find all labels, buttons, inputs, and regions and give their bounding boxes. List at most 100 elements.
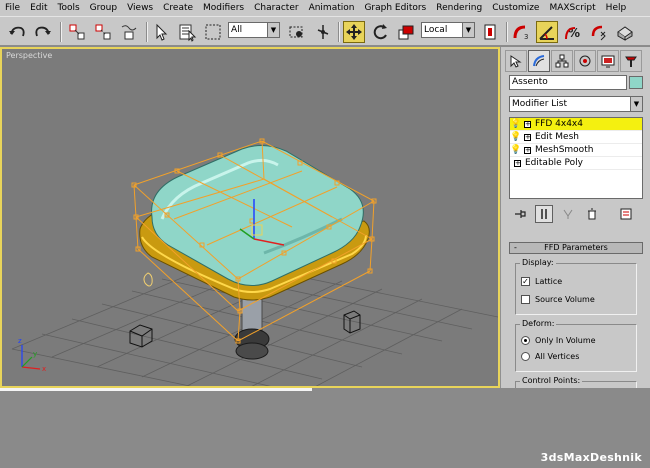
chevron-down-icon: ▼	[462, 23, 474, 37]
hierarchy-tab-icon[interactable]	[551, 50, 573, 72]
utilities-tab-icon[interactable]	[620, 50, 642, 72]
object-color-swatch[interactable]	[629, 76, 643, 89]
expand-plus-icon[interactable]: +	[524, 133, 531, 141]
toolbar-separator	[60, 22, 62, 42]
angle-snap-icon[interactable]	[536, 21, 558, 43]
stack-item-label: Editable Poly	[525, 158, 583, 168]
show-end-result-icon[interactable]	[535, 205, 553, 223]
menu-maxscript[interactable]: MAXScript	[544, 3, 600, 13]
selection-filter-dropdown[interactable]: All ▼	[228, 22, 280, 38]
menu-help[interactable]: Help	[601, 3, 632, 13]
menu-edit[interactable]: Edit	[25, 3, 52, 13]
menu-character[interactable]: Character	[249, 3, 303, 13]
source-volume-label: Source Volume	[535, 295, 595, 304]
manipulate-tool-icon[interactable]	[312, 21, 334, 43]
menu-rendering[interactable]: Rendering	[431, 3, 487, 13]
remove-modifier-icon[interactable]	[583, 205, 601, 223]
redo-icon[interactable]	[32, 21, 54, 43]
menu-animation[interactable]: Animation	[304, 3, 360, 13]
light-gizmo	[143, 272, 153, 287]
stack-item-label: FFD 4x4x4	[535, 119, 583, 129]
render-teapot-icon[interactable]	[614, 21, 636, 43]
select-and-move-icon[interactable]	[343, 21, 365, 43]
lattice-checkbox-row[interactable]: ✓ Lattice	[521, 277, 562, 286]
select-and-link-icon[interactable]	[66, 21, 88, 43]
reference-coordinate-dropdown[interactable]: Local ▼	[421, 22, 475, 38]
menu-tools[interactable]: Tools	[53, 3, 85, 13]
lattice-checkbox[interactable]: ✓	[521, 277, 530, 286]
source-volume-checkbox[interactable]	[521, 295, 530, 304]
unlink-selection-icon[interactable]	[92, 21, 114, 43]
all-vertices-radio-row[interactable]: All Vertices	[521, 352, 579, 361]
expand-plus-icon[interactable]: +	[514, 159, 521, 167]
lattice-label: Lattice	[535, 277, 563, 286]
spinner-snap-icon[interactable]	[588, 21, 610, 43]
svg-text:x: x	[42, 365, 46, 373]
make-unique-icon[interactable]	[559, 205, 577, 223]
menu-graph-editors[interactable]: Graph Editors	[359, 3, 431, 13]
perspective-viewport[interactable]: z x y Perspective	[0, 47, 500, 388]
chevron-down-icon: ▼	[267, 23, 279, 37]
menu-customize[interactable]: Customize	[487, 3, 544, 13]
main-toolbar: All ▼ Local ▼ 3 %	[0, 16, 650, 46]
stack-item-label: MeshSmooth	[535, 145, 594, 155]
only-in-volume-radio-row[interactable]: Only In Volume	[521, 336, 596, 345]
display-tab-icon[interactable]	[597, 50, 619, 72]
object-name-field[interactable]: Assento	[509, 75, 627, 90]
all-vertices-radio[interactable]	[521, 352, 530, 361]
divider-line	[0, 388, 312, 391]
modifier-stack-toolbar	[509, 205, 643, 223]
command-panel-tabs	[505, 50, 647, 72]
menu-bar: File Edit Tools Group Views Create Modif…	[0, 0, 650, 16]
expand-plus-icon[interactable]: +	[524, 146, 531, 154]
lightbulb-icon[interactable]: 💡	[510, 119, 522, 129]
window-crossing-icon[interactable]	[286, 21, 308, 43]
menu-modifiers[interactable]: Modifiers	[198, 3, 249, 13]
expand-plus-icon[interactable]: +	[524, 120, 531, 128]
select-by-name-icon[interactable]	[176, 21, 198, 43]
select-and-scale-icon[interactable]	[395, 21, 417, 43]
configure-modifier-sets-icon[interactable]	[617, 205, 635, 223]
percent-snap-icon[interactable]: %	[562, 21, 584, 43]
chevron-down-icon: ▼	[630, 97, 642, 111]
only-in-volume-radio[interactable]	[521, 336, 530, 345]
modify-tab-icon[interactable]	[528, 50, 550, 72]
create-tab-icon[interactable]	[505, 50, 527, 72]
all-vertices-label: All Vertices	[535, 352, 580, 361]
motion-tab-icon[interactable]	[574, 50, 596, 72]
use-pivot-point-icon[interactable]	[480, 21, 502, 43]
control-points-group-label: Control Points:	[520, 376, 583, 385]
snaps-toggle-icon[interactable]: 3	[510, 21, 532, 43]
stack-item-meshsmooth[interactable]: 💡 + MeshSmooth	[510, 144, 642, 157]
pin-stack-icon[interactable]	[511, 205, 529, 223]
viewport-label[interactable]: Perspective	[6, 51, 52, 60]
rectangular-selection-icon[interactable]	[202, 21, 224, 43]
svg-text:y: y	[33, 350, 37, 358]
svg-text:3: 3	[524, 33, 528, 41]
stack-item-edit-mesh[interactable]: 💡 + Edit Mesh	[510, 131, 642, 144]
select-and-rotate-icon[interactable]	[369, 21, 391, 43]
source-volume-checkbox-row[interactable]: Source Volume	[521, 295, 595, 304]
stack-item-editable-poly[interactable]: + Editable Poly	[510, 157, 642, 170]
menu-views[interactable]: Views	[122, 3, 158, 13]
only-in-volume-label: Only In Volume	[535, 336, 596, 345]
lightbulb-icon[interactable]: 💡	[510, 132, 522, 142]
toolbar-separator	[338, 22, 340, 42]
ffd-parameters-rollout-header[interactable]: - FFD Parameters	[509, 242, 643, 254]
menu-file[interactable]: File	[0, 3, 25, 13]
deform-group-label: Deform:	[520, 319, 557, 328]
stack-item-ffd[interactable]: 💡 + FFD 4x4x4	[510, 118, 642, 131]
menu-create[interactable]: Create	[158, 3, 198, 13]
watermark: 3dsMaxDeshnik	[540, 451, 642, 464]
display-group-label: Display:	[520, 258, 556, 267]
toolbar-separator	[146, 22, 148, 42]
menu-group[interactable]: Group	[85, 3, 122, 13]
lightbulb-icon[interactable]: 💡	[510, 145, 522, 155]
selection-filter-value: All	[231, 25, 243, 35]
select-object-icon[interactable]	[150, 21, 172, 43]
undo-icon[interactable]	[6, 21, 28, 43]
modifier-list-dropdown[interactable]: Modifier List ▼	[509, 96, 643, 112]
deform-group: Deform:	[515, 319, 637, 372]
bind-to-space-warp-icon[interactable]	[118, 21, 140, 43]
rollout-title: FFD Parameters	[544, 243, 608, 252]
